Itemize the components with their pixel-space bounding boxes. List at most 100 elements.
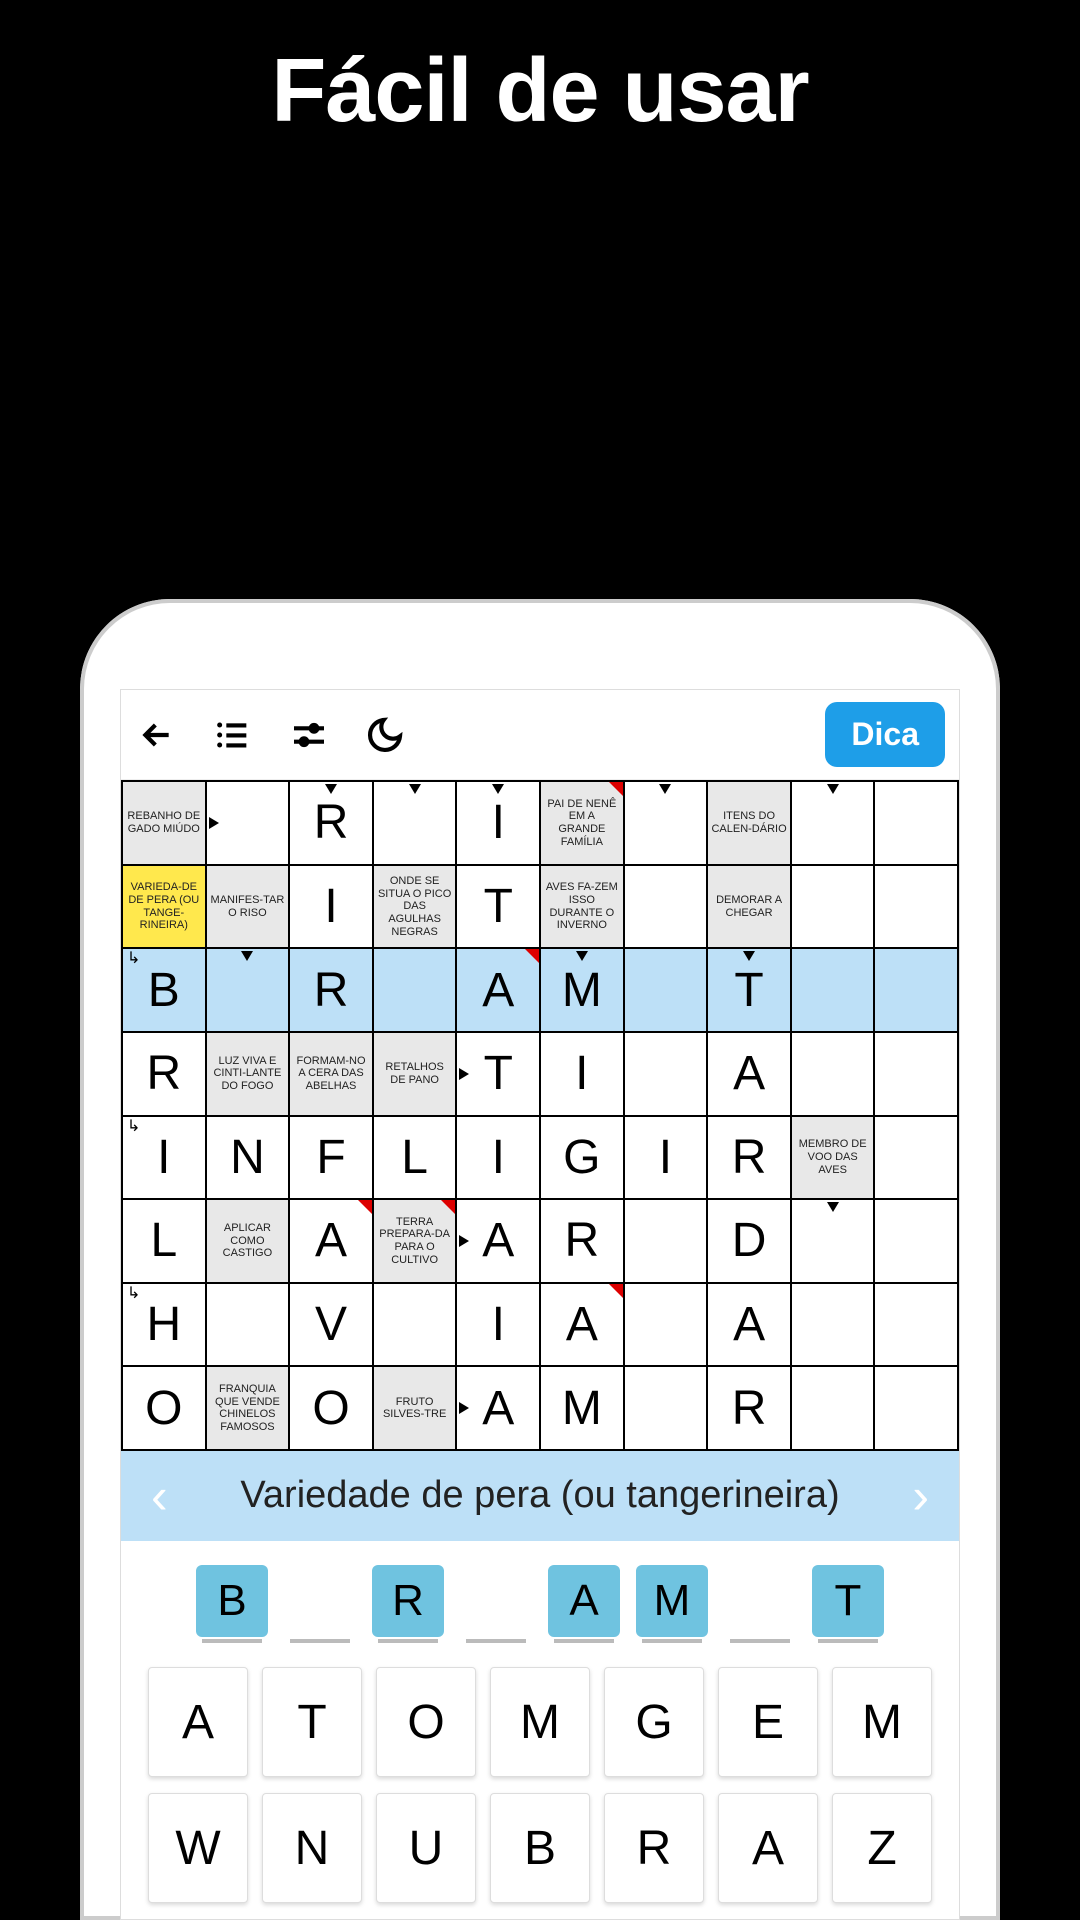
- letter-cell[interactable]: I↳: [123, 1117, 207, 1201]
- key-t[interactable]: T: [262, 1667, 362, 1777]
- letter-cell[interactable]: A: [290, 1200, 374, 1284]
- letter-cell[interactable]: [875, 1033, 959, 1117]
- letter-cell[interactable]: A: [457, 1200, 541, 1284]
- key-m[interactable]: M: [490, 1667, 590, 1777]
- crossword-grid[interactable]: REBANHO DE GADO MIÚDORIPAI DE NENÊ EM A …: [121, 780, 959, 1451]
- answer-slot[interactable]: T: [812, 1565, 884, 1637]
- letter-cell[interactable]: [875, 1367, 959, 1451]
- key-g[interactable]: G: [604, 1667, 704, 1777]
- letter-cell[interactable]: R: [290, 949, 374, 1033]
- letter-cell[interactable]: M: [541, 1367, 625, 1451]
- letter-cell[interactable]: R: [290, 782, 374, 866]
- key-o[interactable]: O: [376, 1667, 476, 1777]
- answer-slot[interactable]: A: [548, 1565, 620, 1637]
- letter-cell[interactable]: [625, 1284, 709, 1368]
- clue-cell: LUZ VIVA E CINTI-LANTE DO FOGO: [207, 1033, 291, 1117]
- key-m[interactable]: M: [832, 1667, 932, 1777]
- letter-cell[interactable]: H↳: [123, 1284, 207, 1368]
- letter-cell[interactable]: [875, 1284, 959, 1368]
- key-u[interactable]: U: [376, 1793, 476, 1903]
- letter-cell[interactable]: [875, 782, 959, 866]
- letter-cell[interactable]: [792, 866, 876, 950]
- letter-cell[interactable]: A: [708, 1033, 792, 1117]
- letter-cell[interactable]: [374, 1284, 458, 1368]
- key-a[interactable]: A: [718, 1793, 818, 1903]
- letter-cell[interactable]: A: [708, 1284, 792, 1368]
- key-z[interactable]: Z: [832, 1793, 932, 1903]
- answer-slot[interactable]: M: [636, 1565, 708, 1637]
- moon-icon[interactable]: [363, 713, 407, 757]
- clue-cell: PAI DE NENÊ EM A GRANDE FAMÍLIA: [541, 782, 625, 866]
- clue-cell: MANIFES-TAR O RISO: [207, 866, 291, 950]
- prev-clue-icon[interactable]: ‹: [141, 1467, 178, 1525]
- letter-cell[interactable]: [374, 949, 458, 1033]
- letter-cell[interactable]: [875, 1117, 959, 1201]
- letter-cell[interactable]: A: [457, 1367, 541, 1451]
- letter-cell[interactable]: L: [123, 1200, 207, 1284]
- letter-cell[interactable]: A: [541, 1284, 625, 1368]
- key-e[interactable]: E: [718, 1667, 818, 1777]
- letter-cell[interactable]: T: [708, 949, 792, 1033]
- key-w[interactable]: W: [148, 1793, 248, 1903]
- letter-cell[interactable]: [792, 1200, 876, 1284]
- letter-cell[interactable]: [792, 1284, 876, 1368]
- letter-cell[interactable]: [875, 866, 959, 950]
- answer-slot[interactable]: [460, 1565, 532, 1637]
- list-icon[interactable]: [211, 713, 255, 757]
- letter-cell[interactable]: [625, 1367, 709, 1451]
- letter-cell[interactable]: B↳: [123, 949, 207, 1033]
- letter-cell[interactable]: N: [207, 1117, 291, 1201]
- letter-cell[interactable]: R: [541, 1200, 625, 1284]
- letter-cell[interactable]: G: [541, 1117, 625, 1201]
- letter-cell[interactable]: I: [457, 1284, 541, 1368]
- letter-cell[interactable]: [792, 949, 876, 1033]
- clue-cell: VARIEDA-DE DE PERA (OU TANGE-RINEIRA): [123, 866, 207, 950]
- letter-cell[interactable]: D: [708, 1200, 792, 1284]
- letter-cell[interactable]: [207, 782, 291, 866]
- key-r[interactable]: R: [604, 1793, 704, 1903]
- letter-cell[interactable]: A: [457, 949, 541, 1033]
- letter-cell[interactable]: R: [708, 1117, 792, 1201]
- toolbar: Dica: [121, 690, 959, 780]
- letter-cell[interactable]: [625, 782, 709, 866]
- letter-cell[interactable]: R: [123, 1033, 207, 1117]
- letter-cell[interactable]: I: [290, 866, 374, 950]
- key-a[interactable]: A: [148, 1667, 248, 1777]
- letter-cell[interactable]: [792, 1367, 876, 1451]
- key-b[interactable]: B: [490, 1793, 590, 1903]
- letter-cell[interactable]: I: [457, 1117, 541, 1201]
- letter-cell[interactable]: [875, 949, 959, 1033]
- letter-cell[interactable]: I: [541, 1033, 625, 1117]
- letter-cell[interactable]: O: [290, 1367, 374, 1451]
- letter-cell[interactable]: [207, 1284, 291, 1368]
- letter-cell[interactable]: T: [457, 1033, 541, 1117]
- letter-cell[interactable]: R: [708, 1367, 792, 1451]
- letter-cell[interactable]: V: [290, 1284, 374, 1368]
- letter-cell[interactable]: [792, 1033, 876, 1117]
- answer-slot[interactable]: R: [372, 1565, 444, 1637]
- letter-cell[interactable]: O: [123, 1367, 207, 1451]
- letter-cell[interactable]: [625, 866, 709, 950]
- letter-cell[interactable]: L: [374, 1117, 458, 1201]
- letter-cell[interactable]: [625, 949, 709, 1033]
- letter-cell[interactable]: F: [290, 1117, 374, 1201]
- letter-cell[interactable]: [207, 949, 291, 1033]
- letter-cell[interactable]: M: [541, 949, 625, 1033]
- next-clue-icon[interactable]: ›: [902, 1467, 939, 1525]
- hint-button[interactable]: Dica: [825, 702, 945, 767]
- letter-cell[interactable]: I: [625, 1117, 709, 1201]
- letter-cell[interactable]: I: [457, 782, 541, 866]
- letter-cell[interactable]: [374, 782, 458, 866]
- back-icon[interactable]: [135, 713, 179, 757]
- letter-cell[interactable]: [625, 1033, 709, 1117]
- letter-cell[interactable]: [625, 1200, 709, 1284]
- key-n[interactable]: N: [262, 1793, 362, 1903]
- sliders-icon[interactable]: [287, 713, 331, 757]
- letter-cell[interactable]: [792, 782, 876, 866]
- letter-cell[interactable]: [875, 1200, 959, 1284]
- answer-slot[interactable]: [724, 1565, 796, 1637]
- letter-cell[interactable]: T: [457, 866, 541, 950]
- clue-cell: FRUTO SILVES-TRE: [374, 1367, 458, 1451]
- answer-slot[interactable]: [284, 1565, 356, 1637]
- answer-slot[interactable]: B: [196, 1565, 268, 1637]
